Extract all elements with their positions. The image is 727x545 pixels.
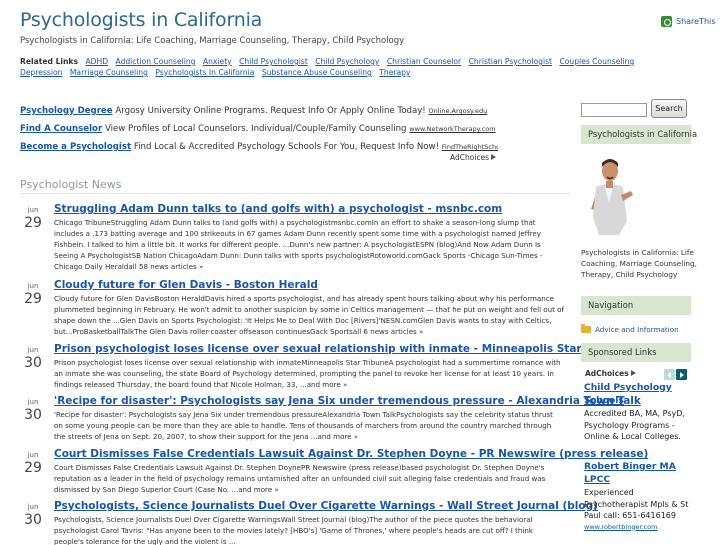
- nav-link-advice[interactable]: Advice and Information: [581, 324, 679, 334]
- news-month: jun: [27, 451, 39, 459]
- news-date: jun 29: [20, 279, 46, 307]
- related-link-christian-counselor[interactable]: Christian Counselor: [387, 57, 461, 66]
- related-link-therapy[interactable]: Therapy: [379, 68, 410, 77]
- news-month: jun: [27, 282, 39, 290]
- related-link-marriage-counseling[interactable]: Marriage Counseling: [70, 68, 148, 77]
- share-icon[interactable]: [661, 16, 672, 27]
- news-month: jun: [27, 206, 39, 214]
- ad-url[interactable]: Online.Argosy.edu: [428, 107, 487, 115]
- previous-ad-arrow-icon[interactable]: [664, 369, 675, 380]
- adchoices-link[interactable]: AdChoices: [450, 153, 497, 162]
- news-day: 30: [24, 407, 42, 423]
- news-month: jun: [27, 503, 39, 511]
- news-section-heading: Psychologist News: [20, 178, 122, 191]
- news-summary: Psychologists, Science Journalists Duel …: [54, 515, 533, 545]
- news-summary: Prison psychologist loses license over s…: [54, 358, 561, 389]
- adchoices-icon[interactable]: [630, 370, 636, 376]
- sponsored-ad-title[interactable]: Child Psychology Schools: [584, 381, 694, 407]
- ad-description: Argosy University Online Programs. Reque…: [115, 106, 426, 116]
- text-ad[interactable]: Find A Counselor View Profiles of Local …: [20, 120, 498, 138]
- ad-title[interactable]: Become a Psychologist: [20, 142, 131, 152]
- adchoices-link[interactable]: AdChoices: [585, 369, 636, 378]
- sponsored-ad-description: Accredited BA, MA, PsyD, Psychology Prog…: [584, 409, 685, 441]
- adchoices-label[interactable]: AdChoices: [585, 369, 629, 378]
- text-ad[interactable]: Become a Psychologist Find Local & Accre…: [20, 138, 498, 156]
- search-button[interactable]: Search: [651, 99, 687, 118]
- news-day: 29: [24, 215, 42, 231]
- search-input[interactable]: [581, 103, 647, 117]
- news-month: jun: [27, 398, 39, 406]
- sidebar-about-heading: Psychologists in California: [581, 125, 697, 144]
- news-day: 29: [24, 291, 42, 307]
- share-label[interactable]: ShareThis: [676, 17, 715, 26]
- news-summary: Cloudy future for Glen DavisBoston Heral…: [54, 294, 565, 336]
- share-this-button[interactable]: ShareThis: [661, 16, 715, 27]
- news-day: 30: [24, 355, 42, 371]
- news-date: jun 29: [20, 448, 46, 476]
- adchoices-label[interactable]: AdChoices: [450, 153, 489, 162]
- sponsored-ad-url[interactable]: www.robertbinger.com: [584, 523, 694, 531]
- news-summary: Court Dismisses False Credentials Lawsui…: [54, 463, 546, 494]
- news-date: jun 29: [20, 203, 46, 231]
- ad-description: View Profiles of Local Counselors. Indiv…: [104, 124, 407, 134]
- news-title-link[interactable]: Cloudy future for Glen Davis - Boston He…: [54, 279, 564, 292]
- next-ad-arrow-icon[interactable]: [676, 369, 687, 380]
- news-title-link[interactable]: Psychologists, Science Journalists Duel …: [54, 500, 598, 513]
- related-link-adhd[interactable]: ADHD: [85, 57, 108, 66]
- news-summary: Chicago TribuneStruggling Adam Dunn talk…: [54, 218, 543, 271]
- news-title-link[interactable]: 'Recipe for disaster': Psychologists say…: [54, 395, 641, 408]
- news-month: jun: [27, 346, 39, 354]
- news-day: 29: [24, 460, 42, 476]
- ad-title[interactable]: Find A Counselor: [20, 124, 102, 134]
- psychologist-photo: [583, 151, 635, 235]
- related-links-bar: Related Links ADHD Addiction Counseling …: [20, 56, 680, 78]
- sponsored-ad[interactable]: Child Psychology Schools Accredited BA, …: [584, 381, 694, 443]
- related-link-psychologists-in-california[interactable]: Psychologists In California: [155, 68, 254, 77]
- ad-url[interactable]: www.NetworkTherapy.com: [409, 125, 495, 133]
- related-links-label: Related Links: [20, 57, 79, 66]
- related-link-substance-abuse[interactable]: Substance Abuse Counseling: [262, 68, 372, 77]
- related-link-christian-psychologist[interactable]: Christian Psychologist: [469, 57, 552, 66]
- related-link-child-psychologist[interactable]: Child Psychologist: [239, 57, 308, 66]
- news-date: jun 30: [20, 500, 46, 528]
- news-day: 30: [24, 512, 42, 528]
- ad-description: Find Local & Accredited Psychology Schoo…: [133, 142, 440, 152]
- sponsored-ad-description: Experienced Psychotherapist Mpls & St Pa…: [584, 488, 689, 520]
- site-title[interactable]: Psychologists in California: [20, 9, 262, 31]
- news-summary: 'Recipe for disaster': Psychologists say…: [54, 410, 553, 441]
- news-title-link[interactable]: Court Dismisses False Credentials Lawsui…: [54, 448, 648, 461]
- folder-icon: [581, 324, 591, 333]
- news-title-link[interactable]: Struggling Adam Dunn talks to (and golfs…: [54, 203, 564, 216]
- ad-title[interactable]: Psychology Degree: [20, 106, 113, 116]
- sponsored-ad[interactable]: Robert Binger MA LPCC Experienced Psycho…: [584, 460, 694, 531]
- sponsored-ad-title[interactable]: Robert Binger MA LPCC: [584, 460, 694, 486]
- sidebar-sponsored-heading: Sponsored Links: [581, 343, 691, 362]
- text-ads-block: Psychology Degree Argosy University Onli…: [20, 102, 498, 156]
- nav-link-label[interactable]: Advice and Information: [595, 325, 679, 334]
- related-link-addiction-counseling[interactable]: Addiction Counseling: [115, 57, 195, 66]
- related-link-child-psychology[interactable]: Child Psychology: [315, 57, 379, 66]
- related-link-couples-counseling[interactable]: Couples Counseling: [559, 57, 634, 66]
- site-tagline: Psychologists in California: Life Coachi…: [20, 36, 405, 46]
- sidebar-about-description: Psychologists in California: Life Coachi…: [581, 248, 697, 279]
- news-date: jun 30: [20, 343, 46, 371]
- ad-url[interactable]: FindTheRightSchool.com/Psyc: [442, 143, 498, 151]
- related-link-depression[interactable]: Depression: [20, 68, 62, 77]
- news-date: jun 30: [20, 395, 46, 423]
- adchoices-icon[interactable]: [491, 154, 497, 160]
- related-link-anxiety[interactable]: Anxiety: [203, 57, 232, 66]
- news-title-link[interactable]: Prison psychologist loses license over s…: [54, 343, 630, 356]
- text-ad[interactable]: Psychology Degree Argosy University Onli…: [20, 102, 498, 120]
- sidebar-navigation-heading: Navigation: [581, 296, 691, 315]
- divider: [20, 193, 570, 194]
